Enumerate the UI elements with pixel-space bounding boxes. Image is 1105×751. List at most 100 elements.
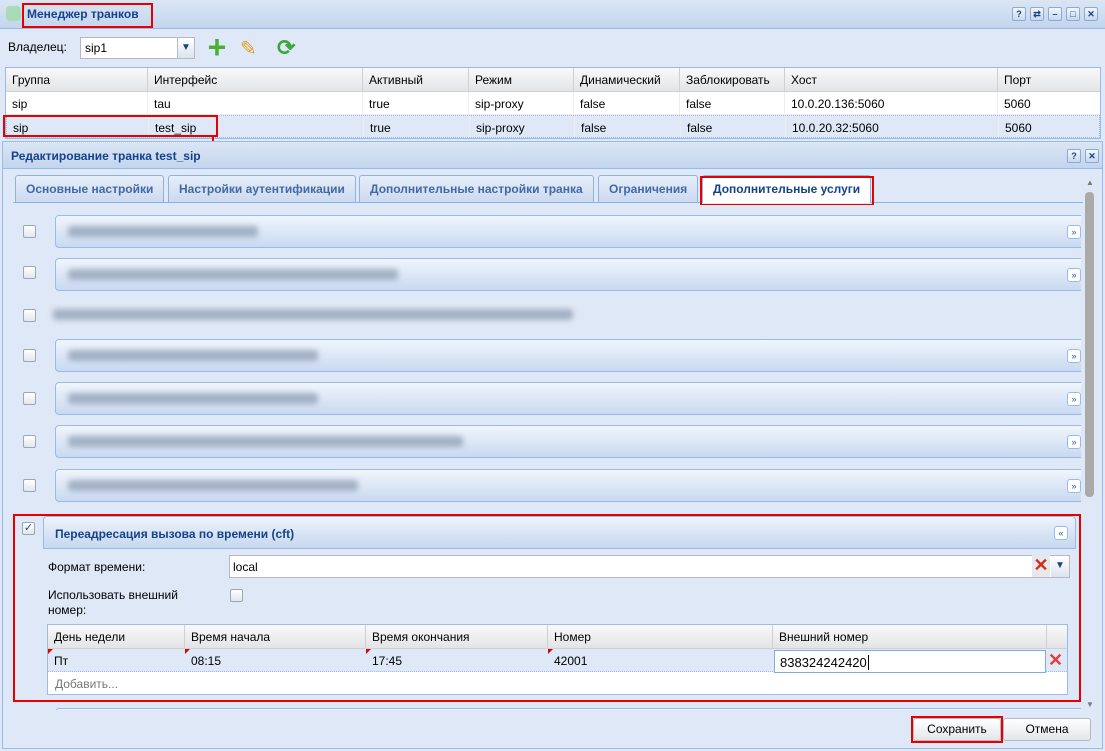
cell: sip bbox=[6, 92, 148, 114]
col-header[interactable]: Интерфейс bbox=[148, 68, 363, 91]
scroll-up-icon[interactable]: ▲ bbox=[1086, 178, 1094, 187]
schedule-row[interactable]: Пт 08:15 17:45 42001 838324242420 ✕ bbox=[48, 649, 1067, 673]
cell: false bbox=[575, 116, 681, 137]
service-checkbox[interactable] bbox=[23, 266, 36, 279]
save-highlight bbox=[911, 716, 1003, 743]
cell: 10.0.20.32:5060 bbox=[786, 116, 999, 137]
expand-icon[interactable]: » bbox=[1067, 392, 1081, 406]
col-header[interactable]: Хост bbox=[785, 68, 998, 91]
scroll-thumb[interactable] bbox=[1085, 192, 1094, 497]
delete-row-icon[interactable]: ✕ bbox=[1048, 650, 1063, 671]
use-external-checkbox[interactable] bbox=[230, 589, 243, 602]
col-header[interactable]: Внешний номер bbox=[773, 625, 1047, 648]
expand-icon[interactable]: » bbox=[1067, 479, 1081, 493]
scrollbar[interactable]: ▲ ▼ bbox=[1083, 178, 1097, 710]
col-header[interactable]: Порт bbox=[998, 68, 1102, 91]
time-format-combo[interactable]: local ✕ ▼ bbox=[229, 555, 1070, 578]
editor-title: Редактирование транка test_sip bbox=[11, 149, 201, 163]
service-fieldset[interactable]: » bbox=[55, 382, 1081, 415]
owner-value: sip1 bbox=[85, 41, 108, 55]
manager-titlebar: Менеджер транков ? ⇄ – □ ✕ bbox=[0, 0, 1105, 29]
minimize-icon[interactable]: – bbox=[1048, 7, 1062, 21]
col-header[interactable]: Время окончания bbox=[366, 625, 548, 648]
cell-number[interactable]: 42001 bbox=[548, 649, 773, 671]
tab-limits[interactable]: Ограничения bbox=[598, 175, 699, 202]
service-checkbox[interactable] bbox=[23, 392, 36, 405]
collapse-icon[interactable]: « bbox=[1054, 526, 1068, 540]
clear-icon[interactable]: ✕ bbox=[1032, 555, 1050, 577]
service-fieldset[interactable]: » bbox=[55, 425, 1081, 458]
cell: tau bbox=[148, 92, 363, 114]
edit-pencil-icon[interactable]: ✎ bbox=[240, 36, 257, 61]
service-checkbox[interactable] bbox=[23, 309, 36, 322]
expand-icon[interactable]: » bbox=[1067, 225, 1081, 239]
time-format-value: local bbox=[233, 560, 258, 574]
col-header[interactable]: День недели bbox=[48, 625, 185, 648]
service-checkbox[interactable] bbox=[23, 349, 36, 362]
help-icon[interactable]: ? bbox=[1012, 7, 1026, 21]
service-fieldset[interactable]: » bbox=[55, 339, 1081, 372]
external-number-input[interactable]: 838324242420 bbox=[774, 650, 1046, 673]
col-header[interactable]: Группа bbox=[6, 68, 148, 91]
service-checkbox[interactable] bbox=[23, 479, 36, 492]
service-checkbox[interactable] bbox=[23, 435, 36, 448]
close-icon[interactable]: ✕ bbox=[1084, 7, 1098, 21]
schedule-grid: День недели Время начала Время окончания… bbox=[47, 624, 1068, 695]
add-icon[interactable]: + bbox=[205, 31, 229, 63]
col-header[interactable]: Номер bbox=[548, 625, 773, 648]
expand-icon[interactable]: » bbox=[1067, 435, 1081, 449]
tab-auth[interactable]: Настройки аутентификации bbox=[168, 175, 356, 202]
maximize-icon[interactable]: □ bbox=[1066, 7, 1080, 21]
cell-end[interactable]: 17:45 bbox=[366, 649, 548, 671]
col-header[interactable]: Активный bbox=[363, 68, 469, 91]
cell: false bbox=[681, 116, 786, 137]
col-header[interactable]: Динамический bbox=[574, 68, 680, 91]
cell: false bbox=[680, 92, 785, 114]
active-tab-highlight bbox=[700, 176, 874, 206]
refresh-icon[interactable]: ⇄ bbox=[1030, 7, 1044, 21]
col-header[interactable]: Время начала bbox=[185, 625, 366, 648]
chevron-down-icon[interactable]: ▼ bbox=[177, 38, 194, 58]
refresh-list-icon[interactable]: ⟳ bbox=[277, 35, 295, 61]
service-checkbox[interactable] bbox=[23, 225, 36, 238]
cell: true bbox=[363, 92, 469, 114]
scroll-down-icon[interactable]: ▼ bbox=[1086, 700, 1094, 709]
help-icon[interactable]: ? bbox=[1067, 149, 1081, 163]
cancel-button[interactable]: Отмена bbox=[1003, 718, 1091, 741]
service-blurred-label bbox=[53, 309, 573, 320]
col-header[interactable]: Режим bbox=[469, 68, 574, 91]
editor-titlebar: Редактирование транка test_sip ? ✕ bbox=[3, 142, 1102, 169]
expand-icon[interactable]: » bbox=[1067, 349, 1081, 363]
close-icon[interactable]: ✕ bbox=[1085, 149, 1099, 163]
cell-day[interactable]: Пт bbox=[48, 649, 185, 671]
cft-enabled-checkbox[interactable]: ✓ bbox=[22, 522, 35, 535]
cell: sip-proxy bbox=[469, 92, 574, 114]
owner-label: Владелец: bbox=[8, 40, 67, 54]
col-header[interactable]: Заблокировать bbox=[680, 68, 785, 91]
tab-bar: Основные настройки Настройки аутентифика… bbox=[13, 175, 1083, 203]
cft-title: Переадресация вызова по времени (cft) bbox=[55, 527, 295, 541]
add-row-link[interactable]: Добавить... bbox=[55, 677, 118, 691]
time-format-label: Формат времени: bbox=[48, 560, 146, 574]
selected-row-highlight bbox=[3, 115, 218, 137]
chevron-down-icon[interactable]: ▼ bbox=[1051, 556, 1069, 577]
cell: 5060 bbox=[1005, 121, 1032, 135]
tab-basic[interactable]: Основные настройки bbox=[15, 175, 165, 202]
service-fieldset[interactable]: » bbox=[55, 258, 1081, 291]
app-icon bbox=[6, 6, 21, 21]
cell: true bbox=[364, 116, 470, 137]
table-row[interactable]: sip tau true sip-proxy false false 10.0.… bbox=[6, 92, 1100, 115]
schedule-grid-header: День недели Время начала Время окончания… bbox=[48, 625, 1067, 649]
cell-start[interactable]: 08:15 bbox=[185, 649, 366, 671]
service-fieldset[interactable]: » bbox=[55, 215, 1081, 248]
expand-icon[interactable]: » bbox=[1067, 268, 1081, 282]
service-fieldset[interactable]: » bbox=[55, 469, 1081, 502]
cell: sip-proxy bbox=[470, 116, 575, 137]
cft-header[interactable]: Переадресация вызова по времени (cft) « bbox=[43, 516, 1076, 549]
tab-advanced[interactable]: Дополнительные настройки транка bbox=[359, 175, 594, 202]
cell: 5060 bbox=[1004, 97, 1031, 111]
use-external-label: Использовать внешний номер: bbox=[48, 588, 178, 617]
trunks-grid-header: Группа Интерфейс Активный Режим Динамиче… bbox=[6, 68, 1100, 92]
service-fieldset[interactable] bbox=[55, 708, 1081, 710]
owner-combo[interactable]: sip1 ▼ bbox=[80, 37, 195, 59]
